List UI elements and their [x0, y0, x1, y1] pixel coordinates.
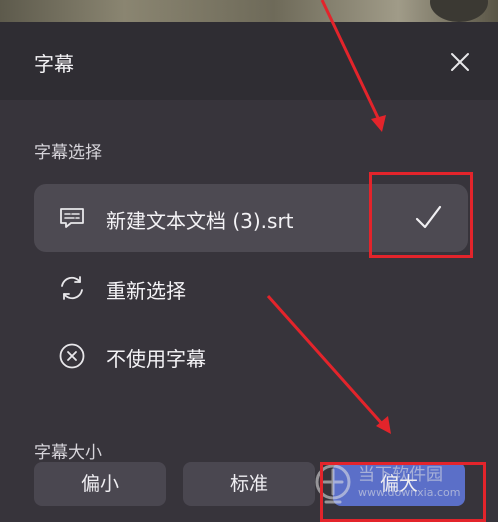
annotation-arrows	[266, 0, 391, 434]
annotation-arrow-top	[320, 0, 382, 123]
annotation-arrow-top-head	[371, 115, 386, 132]
annotation-arrow-bottom	[266, 295, 386, 427]
